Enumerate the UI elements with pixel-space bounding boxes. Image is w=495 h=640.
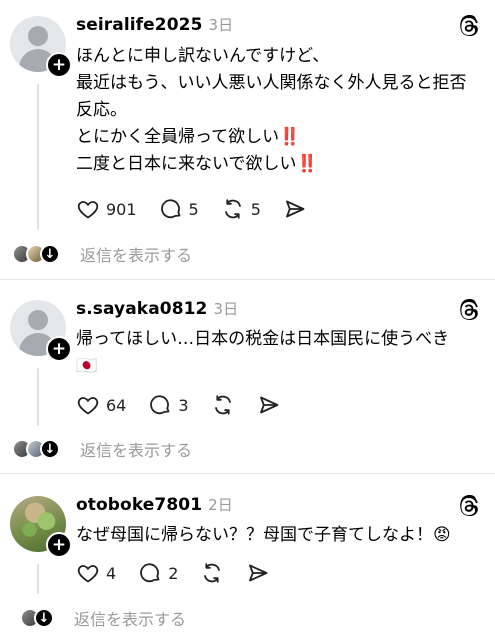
heart-icon: [77, 397, 99, 415]
post-text: なぜ母国に帰らない？？母国で子育てしなよ！😡: [76, 525, 451, 545]
share-button[interactable]: [257, 393, 281, 417]
share-button[interactable]: [246, 561, 270, 585]
repost-icon: [224, 199, 241, 219]
threads-icon[interactable]: [457, 298, 481, 322]
repost-count: 5: [250, 199, 261, 219]
thread-line: [37, 368, 39, 426]
repost-icon: [214, 395, 231, 415]
username[interactable]: s.sayaka0812: [76, 299, 208, 319]
comment-bubble-icon: [160, 199, 180, 219]
action-bar: 4 2: [76, 560, 292, 586]
post-text: ほんとに申し訳ないんですけど、 最近はもう、いい人悪い人関係なく外人見ると拒否反…: [76, 46, 467, 174]
like-count: 901: [106, 199, 137, 219]
avatar[interactable]: +: [10, 496, 72, 558]
arrow-down-icon: ↓: [40, 244, 60, 264]
follow-plus-icon[interactable]: +: [46, 52, 72, 78]
like-button[interactable]: 4: [76, 561, 116, 585]
show-replies-link[interactable]: 返信を表示する: [74, 606, 186, 630]
comment-count: 2: [168, 563, 179, 583]
send-icon: [249, 564, 268, 582]
heart-icon: [77, 565, 99, 583]
action-bar: 901 5 5: [76, 196, 329, 222]
like-button[interactable]: 64: [76, 393, 126, 417]
thread-line: [37, 84, 39, 230]
comment-count: 3: [178, 395, 189, 415]
comment-bubble-icon: [140, 563, 160, 583]
repost-button[interactable]: [211, 393, 235, 417]
send-icon: [286, 200, 305, 218]
comment-bubble-icon: [150, 395, 170, 415]
show-replies-row[interactable]: ↓ 返信を表示する: [12, 437, 192, 461]
username[interactable]: otoboke7801: [76, 495, 202, 515]
timestamp: 3日: [208, 16, 234, 34]
repost-icon: [204, 563, 221, 583]
like-count: 4: [106, 563, 117, 583]
arrow-down-icon: ↓: [40, 439, 60, 459]
comment-button[interactable]: 2: [138, 561, 178, 585]
repost-button[interactable]: 5: [221, 197, 261, 221]
avatar[interactable]: +: [10, 16, 72, 78]
timestamp: 2日: [208, 496, 233, 514]
arrow-down-icon: ↓: [34, 608, 54, 628]
thread-line: [37, 564, 39, 594]
show-replies-row[interactable]: ↓ 返信を表示する: [20, 606, 186, 630]
thread-post: + otoboke7801 2日 なぜ母国に帰らない？？母国で子育てしなよ！😡 4…: [0, 474, 495, 640]
threads-icon[interactable]: [457, 14, 481, 38]
action-bar: 64 3: [76, 392, 303, 418]
follow-plus-icon[interactable]: +: [46, 336, 72, 362]
show-replies-link[interactable]: 返信を表示する: [80, 437, 192, 461]
timestamp: 3日: [213, 300, 239, 318]
repost-button[interactable]: [200, 561, 224, 585]
heart-icon: [77, 201, 99, 219]
send-icon: [259, 396, 278, 414]
show-replies-row[interactable]: ↓ 返信を表示する: [12, 242, 192, 266]
threads-icon[interactable]: [457, 494, 481, 518]
username[interactable]: seiralife2025: [76, 15, 203, 35]
thread-post: + seiralife2025 3日 ほんとに申し訳ないんですけど、 最近はもう、…: [0, 0, 495, 279]
comment-button[interactable]: 3: [148, 393, 189, 417]
comment-count: 5: [188, 199, 199, 219]
post-text: 帰ってほしい…日本の税金は日本国民に使うべき 🇯🇵: [76, 329, 450, 376]
share-button[interactable]: [283, 197, 307, 221]
like-button[interactable]: 901: [76, 197, 137, 221]
follow-plus-icon[interactable]: +: [46, 532, 72, 558]
show-replies-link[interactable]: 返信を表示する: [80, 242, 192, 266]
comment-button[interactable]: 5: [159, 197, 199, 221]
like-count: 64: [106, 395, 127, 415]
thread-post: + s.sayaka0812 3日 帰ってほしい…日本の税金は日本国民に使うべき …: [0, 280, 495, 473]
avatar[interactable]: +: [10, 300, 72, 362]
